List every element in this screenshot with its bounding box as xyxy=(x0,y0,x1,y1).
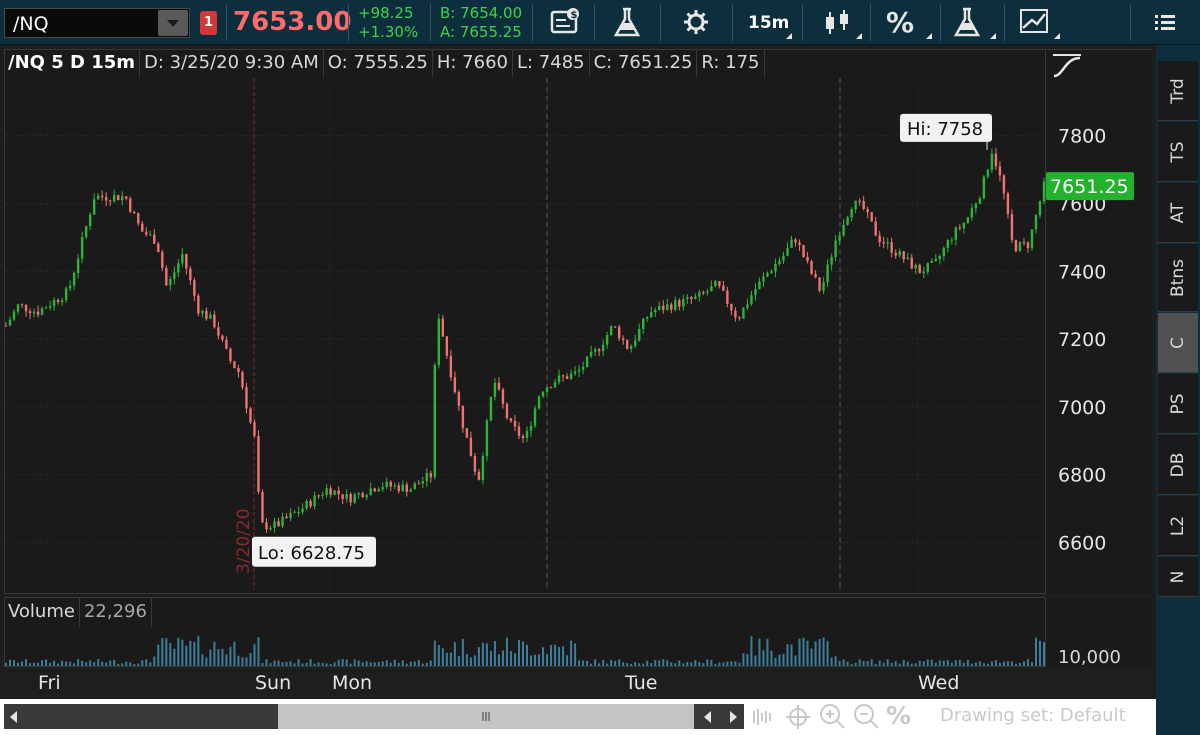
divider xyxy=(594,4,595,41)
svg-text:$: $ xyxy=(571,10,578,21)
zoom-out-icon[interactable] xyxy=(854,704,879,729)
time-label-sun: Sun xyxy=(255,672,292,694)
tab-label: PS xyxy=(1168,392,1188,415)
bid-ask-block: B: 7654.00 A: 7655.25 xyxy=(440,4,522,49)
studies-flask-icon[interactable] xyxy=(944,0,1002,45)
time-label-fri: Fri xyxy=(38,672,61,694)
volume-value: 22,296 xyxy=(80,597,152,627)
scroll-thumb[interactable] xyxy=(278,704,694,729)
divider xyxy=(940,4,941,41)
chart-header: /NQ 5 D 15m D: 3/25/20 9:30 AM O: 7555.25 H… xyxy=(4,49,765,77)
bar-open: O: 7555.25 xyxy=(324,49,433,77)
main-toolbar: /NQ 1 7653.00 +98.25 +1.30% B: 7654.00 A… xyxy=(0,0,1200,45)
volume-tick: 10,000 xyxy=(1058,647,1121,668)
tab-at[interactable]: AT xyxy=(1158,183,1198,243)
tab-trd[interactable]: Trd xyxy=(1158,61,1198,121)
divider xyxy=(1130,4,1131,41)
bar-date: D: 3/25/20 9:30 AM xyxy=(140,49,324,77)
time-label-wed: Wed xyxy=(918,672,960,694)
scroll-left-icon[interactable] xyxy=(10,711,17,723)
tab-l2[interactable]: L2 xyxy=(1158,496,1198,556)
volume-header: Volume 22,296 xyxy=(4,597,152,627)
tab-label: Btns xyxy=(1168,258,1188,297)
tab-n[interactable]: N xyxy=(1158,557,1198,597)
percent-icon[interactable]: % xyxy=(876,0,938,45)
chart-symbol-period: /NQ 5 D 15m xyxy=(4,49,141,77)
net-change: +98.25 xyxy=(358,4,414,22)
tab-label: TS xyxy=(1168,140,1188,163)
bar-range: R: 175 xyxy=(697,49,765,77)
symbol-selector[interactable]: /NQ xyxy=(4,8,190,38)
gear-icon[interactable] xyxy=(672,0,722,45)
bar-high: H: 7660 xyxy=(433,49,513,77)
bid-price: B: 7654.00 xyxy=(440,4,523,22)
divider xyxy=(802,4,803,41)
divider xyxy=(870,4,871,41)
divider xyxy=(348,4,349,41)
percent-glyph: % xyxy=(886,6,915,39)
timeframe-selector[interactable]: 15m xyxy=(736,0,798,45)
timeframe-label: 15m xyxy=(748,13,790,33)
link-badge[interactable]: 1 xyxy=(200,11,217,35)
compress-icon[interactable] xyxy=(753,709,771,725)
tab-ps[interactable]: PS xyxy=(1158,374,1198,434)
quote-icon[interactable]: $ xyxy=(540,0,590,45)
change-block: +98.25 +1.30% xyxy=(358,4,418,49)
time-label-tue: Tue xyxy=(625,672,658,694)
menu-icon[interactable] xyxy=(1140,0,1190,45)
zoom-in-icon[interactable] xyxy=(820,704,845,729)
divider xyxy=(1004,4,1005,41)
divider xyxy=(660,4,661,41)
bar-close: C: 7651.25 xyxy=(590,49,698,77)
divider xyxy=(732,4,733,41)
scroll-right-icon[interactable] xyxy=(730,711,737,723)
candle-style-icon[interactable] xyxy=(810,0,868,45)
zoom-percent-icon[interactable]: % xyxy=(886,701,911,730)
crosshair-icon[interactable] xyxy=(786,705,810,729)
volume-panel[interactable] xyxy=(4,597,1046,667)
tab-label: N xyxy=(1168,570,1188,583)
last-price: 7653.00 xyxy=(233,7,352,37)
tab-label: C xyxy=(1168,336,1188,349)
tab-label: L2 xyxy=(1168,515,1188,536)
volume-label: Volume xyxy=(4,597,80,627)
percent-change: +1.30% xyxy=(358,23,419,41)
tab-db[interactable]: DB xyxy=(1158,435,1198,495)
ask-price: A: 7655.25 xyxy=(440,23,522,41)
tab-ts[interactable]: TS xyxy=(1158,122,1198,182)
price-chart-panel[interactable] xyxy=(4,49,1046,594)
time-axis[interactable]: Fri Sun Mon Tue Wed xyxy=(0,668,1152,699)
drawing-set-label[interactable]: Drawing set: Default xyxy=(940,705,1126,726)
bar-low: L: 7485 xyxy=(513,49,590,77)
tab-label: Trd xyxy=(1168,77,1188,104)
tab-c[interactable]: C xyxy=(1158,313,1198,373)
drawing-tools-icon[interactable] xyxy=(1010,0,1066,45)
price-axis[interactable] xyxy=(1046,49,1152,594)
divider xyxy=(226,4,227,41)
chevron-down-icon[interactable] xyxy=(158,10,188,36)
divider xyxy=(532,4,533,41)
time-label-mon: Mon xyxy=(332,672,373,694)
symbol-text: /NQ xyxy=(13,13,49,35)
tab-label: AT xyxy=(1168,202,1188,223)
flask-icon[interactable] xyxy=(602,0,652,45)
tab-label: DB xyxy=(1168,452,1188,477)
divider xyxy=(430,4,431,41)
chart-style-icon[interactable] xyxy=(1051,52,1083,80)
tab-btns[interactable]: Btns xyxy=(1158,244,1198,312)
scroll-back-icon[interactable] xyxy=(704,711,711,723)
